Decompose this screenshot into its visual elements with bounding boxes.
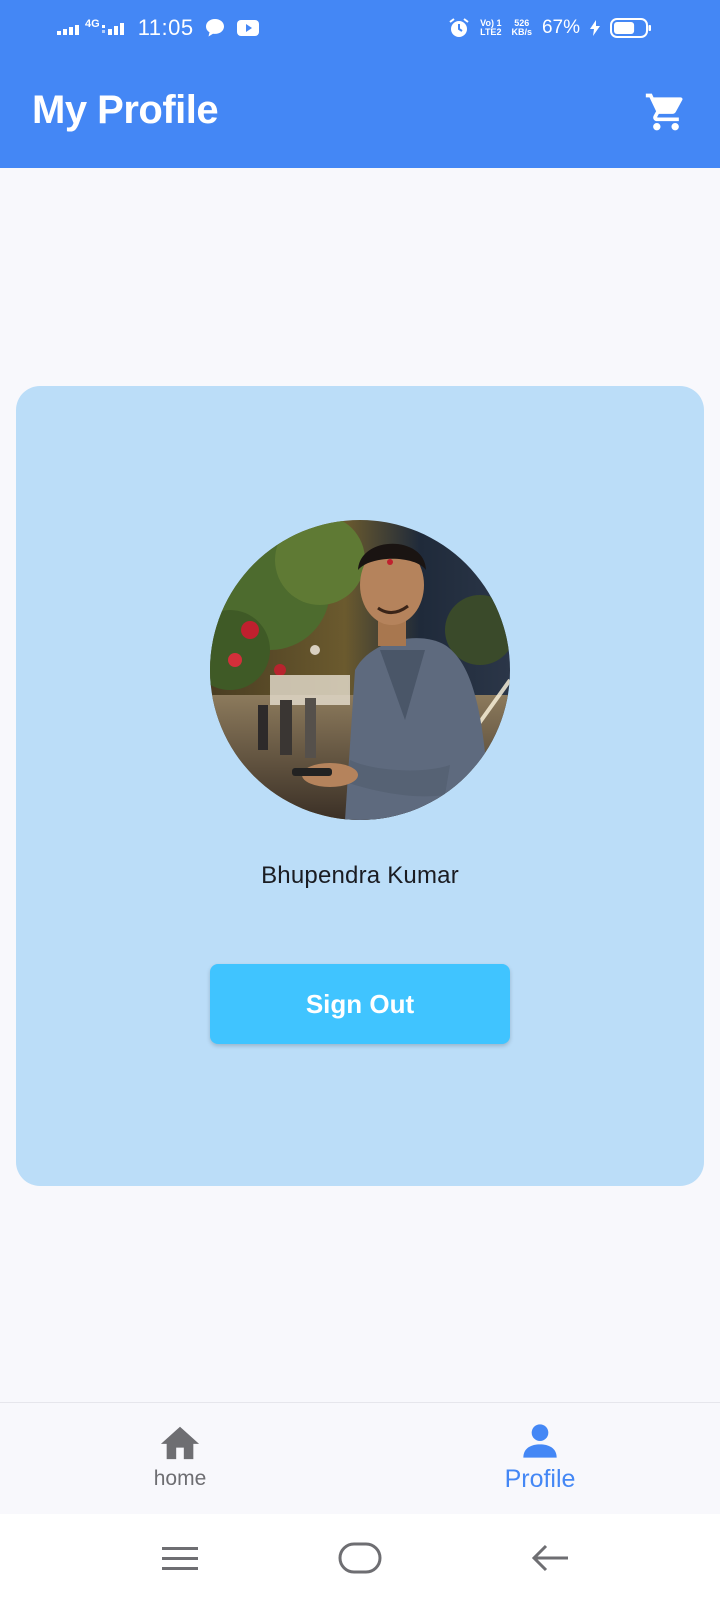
signal-sim2-icon: [101, 23, 124, 35]
back-arrow-icon: [531, 1544, 568, 1572]
page-title: My Profile: [32, 88, 219, 132]
network-speed-unit: KB/s: [511, 27, 532, 37]
home-pill-icon: [338, 1542, 382, 1574]
status-bar: 4G 11:05 Vo) 1 LTE2 526 KB/s 67%: [0, 0, 720, 56]
home-icon: [160, 1426, 200, 1460]
nav-item-profile[interactable]: Profile: [440, 1421, 640, 1505]
system-back-button[interactable]: [528, 1536, 572, 1580]
alarm-icon: [449, 18, 469, 37]
message-icon: [205, 19, 224, 37]
avatar: [210, 520, 510, 820]
nav-item-home[interactable]: home: [80, 1421, 280, 1505]
battery-percent: 67%: [541, 17, 580, 38]
cart-button[interactable]: [642, 88, 690, 136]
battery-icon: [610, 18, 651, 38]
profile-card: Bhupendra Kumar Sign Out: [16, 386, 704, 1186]
sign-out-button[interactable]: Sign Out: [210, 964, 510, 1044]
cart-icon: [645, 93, 683, 131]
youtube-icon: [236, 20, 259, 36]
system-home-button[interactable]: [338, 1536, 382, 1580]
volte-indicator: Vo) 1 LTE2: [480, 19, 501, 37]
menu-icon: [162, 1547, 198, 1570]
charging-icon: [590, 20, 600, 36]
nav-label-home: home: [153, 1467, 207, 1490]
signal-group: 4G: [57, 18, 128, 35]
system-navigation-bar: [0, 1514, 720, 1600]
network-speed: 526 KB/s: [511, 19, 532, 37]
system-menu-button[interactable]: [158, 1536, 202, 1580]
app-bar: My Profile: [0, 56, 720, 168]
signal-sim1-icon: [57, 25, 79, 35]
network-type-label: 4G: [85, 18, 100, 30]
nav-label-profile: Profile: [504, 1465, 576, 1493]
status-left: 4G 11:05: [57, 12, 260, 44]
volte-line2: LTE2: [480, 27, 502, 37]
user-name: Bhupendra Kumar: [261, 862, 459, 889]
bottom-navigation: home Profile: [0, 1402, 720, 1515]
status-time: 11:05: [137, 15, 194, 40]
person-icon: [523, 1424, 557, 1458]
avatar-photo: [210, 520, 510, 820]
status-right: Vo) 1 LTE2 526 KB/s 67%: [448, 12, 652, 44]
